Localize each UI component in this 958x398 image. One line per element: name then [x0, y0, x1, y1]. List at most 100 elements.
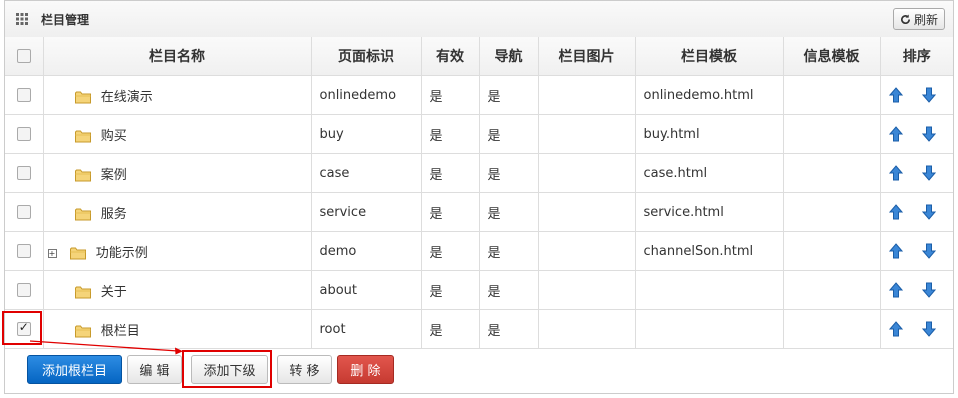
- move-up-icon[interactable]: [888, 321, 903, 337]
- move-down-icon[interactable]: [921, 243, 936, 259]
- col-name[interactable]: 栏目名称: [43, 37, 312, 76]
- delete-button[interactable]: 删 除: [337, 355, 394, 384]
- move-down-icon[interactable]: [921, 204, 936, 220]
- info-template-value: [783, 270, 881, 310]
- col-image[interactable]: 栏目图片: [538, 37, 636, 76]
- template-value: [635, 309, 784, 349]
- nav-value: 是: [479, 114, 539, 154]
- folder-icon: [74, 91, 91, 103]
- channel-name: 购买: [100, 128, 127, 144]
- refresh-label: 刷新: [913, 12, 938, 27]
- row-checkbox[interactable]: [16, 244, 31, 258]
- move-down-icon[interactable]: [921, 282, 936, 298]
- move-down-icon[interactable]: [921, 321, 936, 337]
- table-row[interactable]: 案例 case 是 是 case.html: [5, 153, 953, 193]
- channel-name: 根栏目: [100, 323, 140, 339]
- row-checkbox[interactable]: [16, 127, 31, 141]
- valid-value: 是: [421, 270, 480, 310]
- nav-value: 是: [479, 270, 539, 310]
- channel-name: 服务: [100, 206, 127, 222]
- valid-value: 是: [421, 231, 480, 271]
- move-up-icon[interactable]: [888, 165, 903, 181]
- page-ident: buy: [311, 114, 422, 154]
- template-value: channelSon.html: [635, 231, 784, 271]
- image-value: [538, 309, 636, 349]
- select-all-cell: [5, 37, 44, 76]
- table-row[interactable]: + 功能示例 demo 是 是 channelSon.html: [5, 231, 953, 271]
- col-valid[interactable]: 有效: [421, 37, 480, 76]
- sort-cell: [880, 75, 953, 115]
- sort-cell: [880, 309, 953, 349]
- row-checkbox[interactable]: [16, 166, 31, 180]
- move-button[interactable]: 转 移: [277, 355, 332, 384]
- row-name-cell: 服务: [43, 192, 312, 232]
- col-ident[interactable]: 页面标识: [311, 37, 422, 76]
- move-up-icon[interactable]: [888, 282, 903, 298]
- add-child-highlight: [182, 350, 272, 388]
- table-row[interactable]: 在线演示 onlinedemo 是 是 onlinedemo.html: [5, 75, 953, 115]
- info-template-value: [783, 192, 881, 232]
- sort-cell: [880, 270, 953, 310]
- move-down-icon[interactable]: [921, 126, 936, 142]
- page-ident: onlinedemo: [311, 75, 422, 115]
- template-value: [635, 270, 784, 310]
- col-info-template[interactable]: 信息模板: [783, 37, 881, 76]
- move-down-icon[interactable]: [921, 87, 936, 103]
- row-name-cell: + 功能示例: [43, 231, 312, 271]
- valid-value: 是: [421, 309, 480, 349]
- nav-value: 是: [479, 309, 539, 349]
- channel-name: 关于: [100, 284, 127, 300]
- col-template[interactable]: 栏目模板: [635, 37, 784, 76]
- page-ident: service: [311, 192, 422, 232]
- col-sort[interactable]: 排序: [880, 37, 953, 76]
- sort-cell: [880, 192, 953, 232]
- refresh-button[interactable]: 刷新: [892, 8, 945, 30]
- valid-value: 是: [421, 114, 480, 154]
- channel-name: 案例: [100, 167, 127, 183]
- valid-value: 是: [421, 192, 480, 232]
- row-select-cell: [5, 231, 44, 271]
- info-template-value: [783, 231, 881, 271]
- image-value: [538, 153, 636, 193]
- panel-title: 栏目管理: [41, 13, 90, 27]
- folder-icon: [74, 208, 91, 220]
- info-template-value: [783, 309, 881, 349]
- move-up-icon[interactable]: [888, 243, 903, 259]
- table-row[interactable]: 关于 about 是 是: [5, 270, 953, 310]
- table-header-row: 栏目名称 页面标识 有效 导航 栏目图片 栏目模板 信息模板 排序: [5, 37, 953, 76]
- edit-button[interactable]: 编 辑: [127, 355, 182, 384]
- row-select-cell: [5, 153, 44, 193]
- folder-icon: [69, 247, 86, 259]
- row-name-cell: 关于: [43, 270, 312, 310]
- sort-cell: [880, 231, 953, 271]
- image-value: [538, 114, 636, 154]
- refresh-icon: [901, 13, 910, 24]
- page-ident: root: [311, 309, 422, 349]
- move-up-icon[interactable]: [888, 87, 903, 103]
- row-checkbox[interactable]: [16, 88, 31, 102]
- nav-value: 是: [479, 153, 539, 193]
- move-up-icon[interactable]: [888, 204, 903, 220]
- folder-icon: [74, 130, 91, 142]
- channel-name: 功能示例: [95, 245, 148, 261]
- row-checkbox[interactable]: [16, 283, 31, 297]
- image-value: [538, 192, 636, 232]
- template-value: case.html: [635, 153, 784, 193]
- nav-value: 是: [479, 192, 539, 232]
- select-all-checkbox[interactable]: [16, 49, 31, 63]
- template-value: onlinedemo.html: [635, 75, 784, 115]
- info-template-value: [783, 75, 881, 115]
- table-row[interactable]: 购买 buy 是 是 buy.html: [5, 114, 953, 154]
- move-down-icon[interactable]: [921, 165, 936, 181]
- annotation-arrow: [29, 340, 183, 355]
- table-row[interactable]: 服务 service 是 是 service.html: [5, 192, 953, 232]
- move-up-icon[interactable]: [888, 126, 903, 142]
- add-root-button[interactable]: 添加根栏目: [27, 355, 122, 384]
- valid-value: 是: [421, 75, 480, 115]
- valid-value: 是: [421, 153, 480, 193]
- col-nav[interactable]: 导航: [479, 37, 539, 76]
- row-checkbox[interactable]: [16, 205, 31, 219]
- nav-value: 是: [479, 75, 539, 115]
- expand-icon[interactable]: +: [47, 248, 57, 258]
- channel-panel: 栏目管理 刷新 栏目名称 页面标识 有效 导航 栏目图片 栏目模板 信息模板 排…: [4, 0, 954, 394]
